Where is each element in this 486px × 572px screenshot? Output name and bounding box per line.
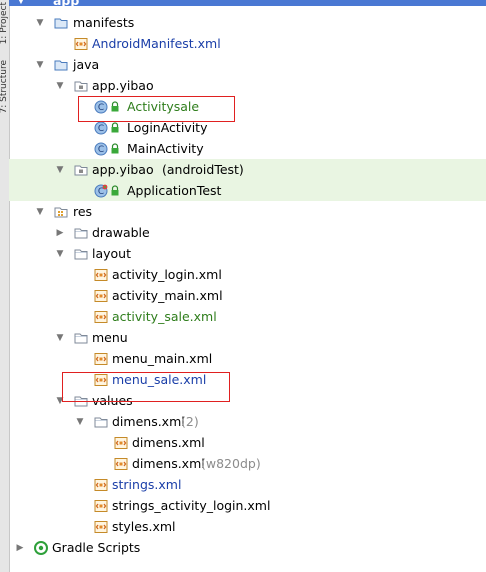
xml-file-icon: [94, 268, 108, 282]
tree-label-styles-xml: styles.xml: [112, 519, 176, 534]
chevron-down-icon[interactable]: ▼: [55, 249, 65, 259]
tree-row-dimens-xml[interactable]: dimens.xml: [9, 432, 486, 453]
xml-file-icon: [114, 457, 128, 471]
package-icon: [74, 79, 88, 93]
xml-file-icon: [94, 310, 108, 324]
tree-row-drawable[interactable]: ▶ drawable: [9, 222, 486, 243]
tree-row-java[interactable]: ▼ java: [9, 54, 486, 75]
tree-label-android-manifest: AndroidManifest.xml: [92, 36, 221, 51]
tree-label-mainactivity: MainActivity: [127, 141, 204, 156]
xml-file-icon: [114, 436, 128, 450]
folder-icon: [74, 226, 88, 240]
folder-icon: [74, 331, 88, 345]
tree-row-menu-main-xml[interactable]: menu_main.xml: [9, 348, 486, 369]
tree-row-manifests[interactable]: ▼ manifests: [9, 12, 486, 33]
gradle-icon: [34, 541, 48, 555]
tree-label-strings-xml: strings.xml: [112, 477, 182, 492]
project-tool-tab[interactable]: 1: Project: [0, 2, 9, 44]
chevron-down-icon[interactable]: ▼: [75, 417, 85, 427]
xml-file-icon: [94, 499, 108, 513]
tree-row-applicationtest[interactable]: ApplicationTest: [9, 180, 486, 201]
tree-label-activity-sale-xml: activity_sale.xml: [112, 309, 217, 324]
tree-label-drawable: drawable: [92, 225, 150, 240]
tree-row-styles-xml[interactable]: styles.xml: [9, 516, 486, 537]
tree-row-mainactivity[interactable]: MainActivity: [9, 138, 486, 159]
tree-qualifier-w820dp: (w820dp): [201, 456, 261, 471]
chevron-down-icon[interactable]: ▼: [35, 207, 45, 217]
tree-label-menu: menu: [92, 330, 128, 345]
resource-folder-icon: [54, 205, 68, 219]
tree-label-package-test: app.yibao: [92, 162, 154, 177]
tree-row-strings-activity-login-xml[interactable]: strings_activity_login.xml: [9, 495, 486, 516]
chevron-down-icon[interactable]: ▼: [55, 165, 65, 175]
tree-label-app: app: [53, 0, 79, 6]
class-icon: [94, 121, 108, 135]
tree-label-package-main: app.yibao: [92, 78, 154, 93]
xml-file-icon: [94, 289, 108, 303]
chevron-right-icon[interactable]: ▶: [15, 543, 25, 553]
tree-label-applicationtest: ApplicationTest: [127, 183, 222, 198]
tree-qualifier-android-test: (androidTest): [162, 162, 244, 177]
tree-label-strings-activity-login-xml: strings_activity_login.xml: [112, 498, 271, 513]
class-icon: [94, 142, 108, 156]
tree-row-res[interactable]: ▼ res: [9, 201, 486, 222]
tree-row-android-manifest[interactable]: AndroidManifest.xml: [9, 33, 486, 54]
lock-icon: [110, 143, 120, 155]
tree-row-gradle-scripts[interactable]: ▶ Gradle Scripts: [9, 537, 486, 558]
chevron-down-icon[interactable]: ▼: [35, 60, 45, 70]
tree-row-strings-xml[interactable]: strings.xml: [9, 474, 486, 495]
tree-label-activity-main-xml: activity_main.xml: [112, 288, 223, 303]
folder-icon: [54, 16, 68, 30]
tree-row-menu[interactable]: ▼ menu: [9, 327, 486, 348]
tree-label-layout: layout: [92, 246, 132, 261]
tree-row-layout[interactable]: ▼ layout: [9, 243, 486, 264]
tree-label-dimens-xml-w820dp: dimens.xml: [132, 456, 205, 471]
chevron-right-icon[interactable]: ▶: [55, 228, 65, 238]
tree-label-activity-login-xml: activity_login.xml: [112, 267, 222, 282]
xml-file-icon: [94, 352, 108, 366]
tree-label-manifests: manifests: [73, 15, 135, 30]
lock-icon: [110, 122, 120, 134]
chevron-down-icon[interactable]: ▼: [55, 333, 65, 343]
tree-label-gradle-scripts: Gradle Scripts: [52, 540, 141, 555]
tree-label-dimens-group: dimens.xml: [112, 414, 185, 429]
xml-file-icon: [94, 478, 108, 492]
tree-count-dimens: (2): [181, 414, 199, 429]
test-class-icon: [94, 184, 108, 198]
tree-row-package-test[interactable]: ▼ app.yibao (androidTest): [9, 159, 486, 180]
folder-icon: [94, 415, 108, 429]
tree-label-java: java: [73, 57, 100, 72]
tree-row-activity-sale-xml[interactable]: activity_sale.xml: [9, 306, 486, 327]
package-icon: [74, 163, 88, 177]
tree-row-package-main[interactable]: ▼ app.yibao: [9, 75, 486, 96]
chevron-down-icon[interactable]: ▼: [55, 81, 65, 91]
annotation-box-activitysale: [78, 96, 235, 122]
source-folder-icon: [54, 58, 68, 72]
structure-tool-tab[interactable]: 7: Structure: [0, 60, 9, 114]
tree-row-app-selected[interactable]: ▼ app: [9, 0, 486, 6]
folder-icon: [74, 247, 88, 261]
tree-row-activity-login-xml[interactable]: activity_login.xml: [9, 264, 486, 285]
tree-label-loginactivity: LoginActivity: [127, 120, 208, 135]
tree-label-menu-main-xml: menu_main.xml: [112, 351, 213, 366]
tree-label-dimens-xml: dimens.xml: [132, 435, 205, 450]
annotation-box-menu-sale: [62, 372, 230, 402]
chevron-down-icon[interactable]: ▼: [35, 18, 45, 28]
tree-row-dimens-xml-w820dp[interactable]: dimens.xml (w820dp): [9, 453, 486, 474]
tree-row-activity-main-xml[interactable]: activity_main.xml: [9, 285, 486, 306]
xml-file-icon: [74, 37, 88, 51]
tree-label-res: res: [73, 204, 93, 219]
tree-row-dimens-group[interactable]: ▼ dimens.xml (2): [9, 411, 486, 432]
xml-file-icon: [94, 520, 108, 534]
lock-icon: [110, 185, 120, 197]
chevron-down-icon[interactable]: ▼: [16, 0, 26, 6]
